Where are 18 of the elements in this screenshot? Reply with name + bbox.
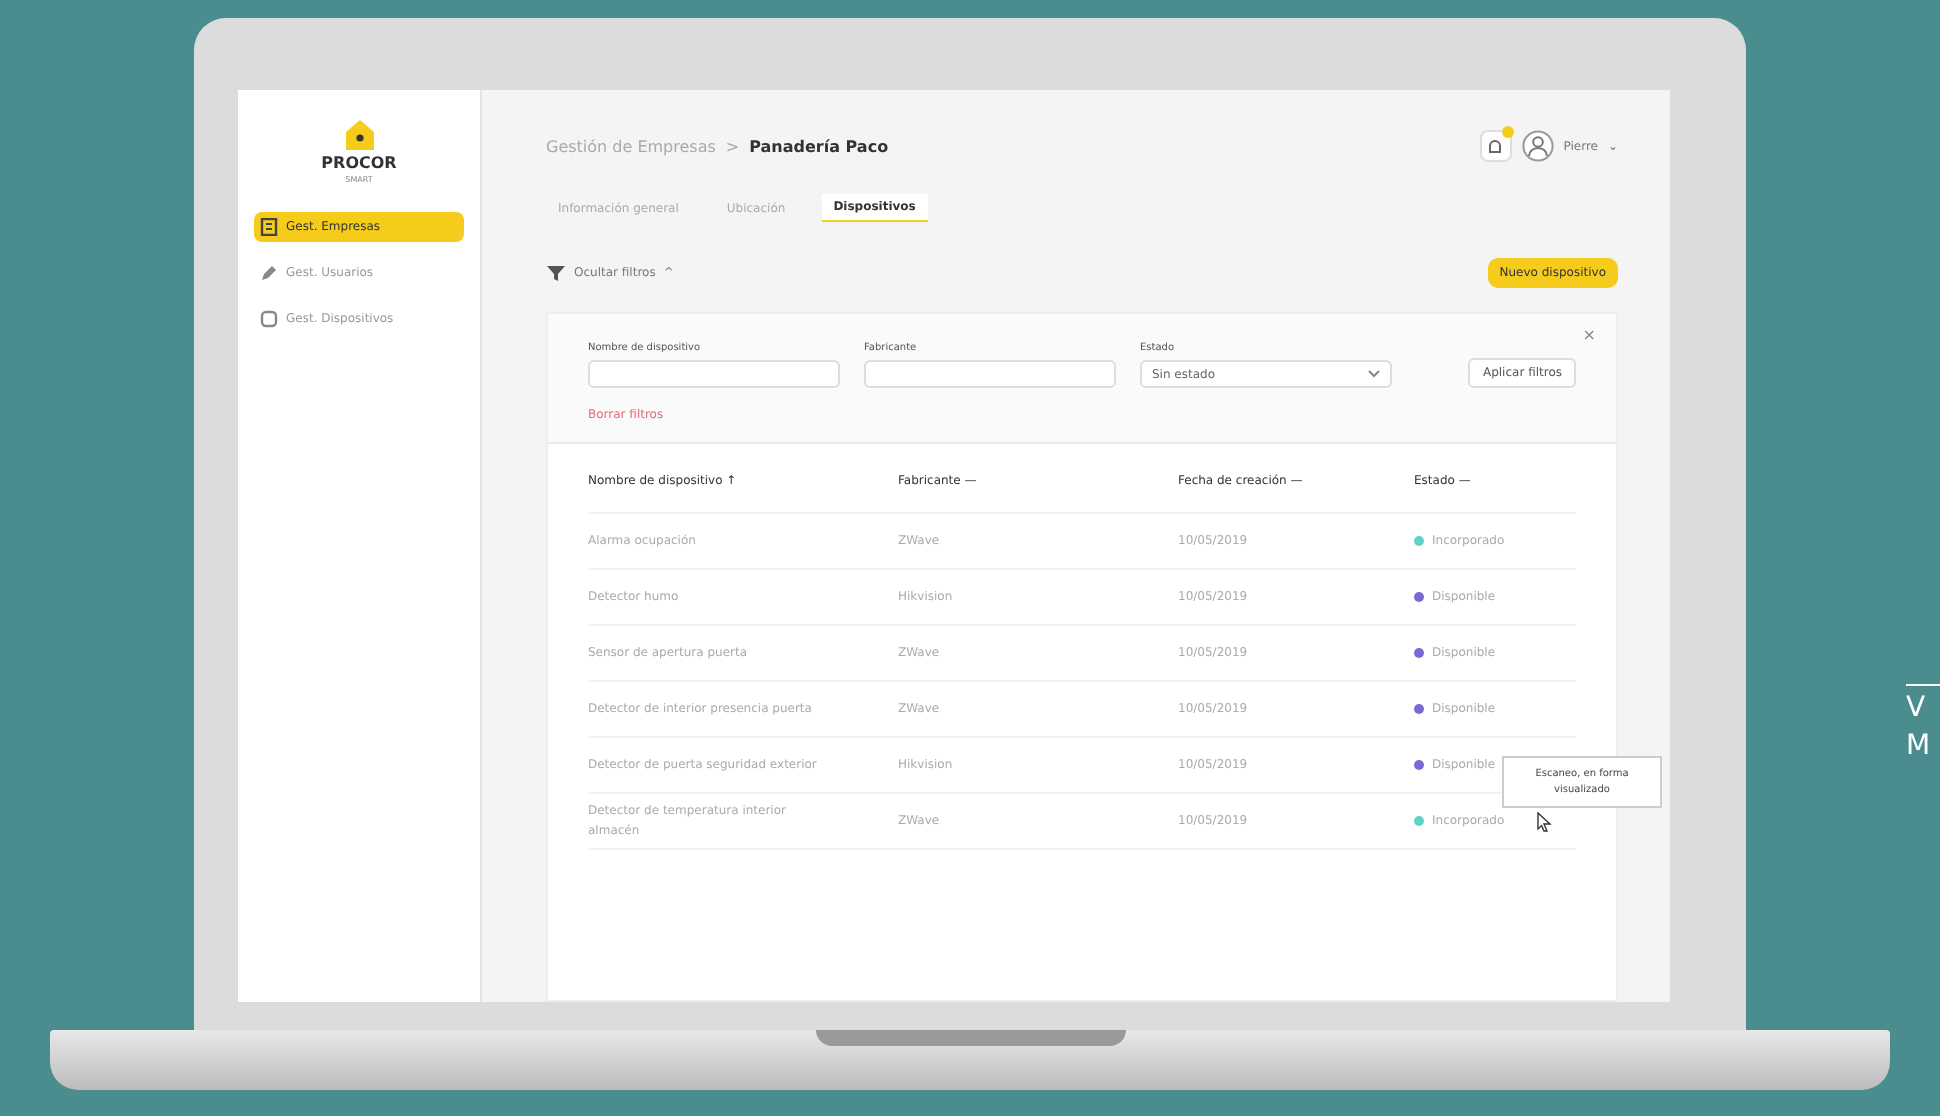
notification-button[interactable]: [1479, 130, 1512, 162]
close-icon[interactable]: ×: [1582, 326, 1596, 344]
caption-text: V: [1906, 692, 1928, 724]
breadcrumb-separator: >: [725, 137, 740, 155]
input-field[interactable]: [588, 360, 840, 388]
house-logo-icon: [343, 118, 375, 152]
bell-icon: [1486, 137, 1505, 155]
building-icon: [260, 218, 278, 236]
caption-text: M: [1906, 730, 1933, 762]
avatar-icon: [1521, 130, 1554, 162]
input-field[interactable]: [864, 360, 1116, 388]
filter-icon: [546, 264, 566, 282]
pencil-icon: [260, 264, 278, 282]
device-icon: [260, 310, 278, 328]
chevron-down-icon: [1368, 370, 1380, 378]
breadcrumb-current: Panadería Paco: [749, 137, 889, 155]
cursor-icon: [1536, 811, 1553, 831]
logo-text: PROCOR: [321, 154, 397, 172]
